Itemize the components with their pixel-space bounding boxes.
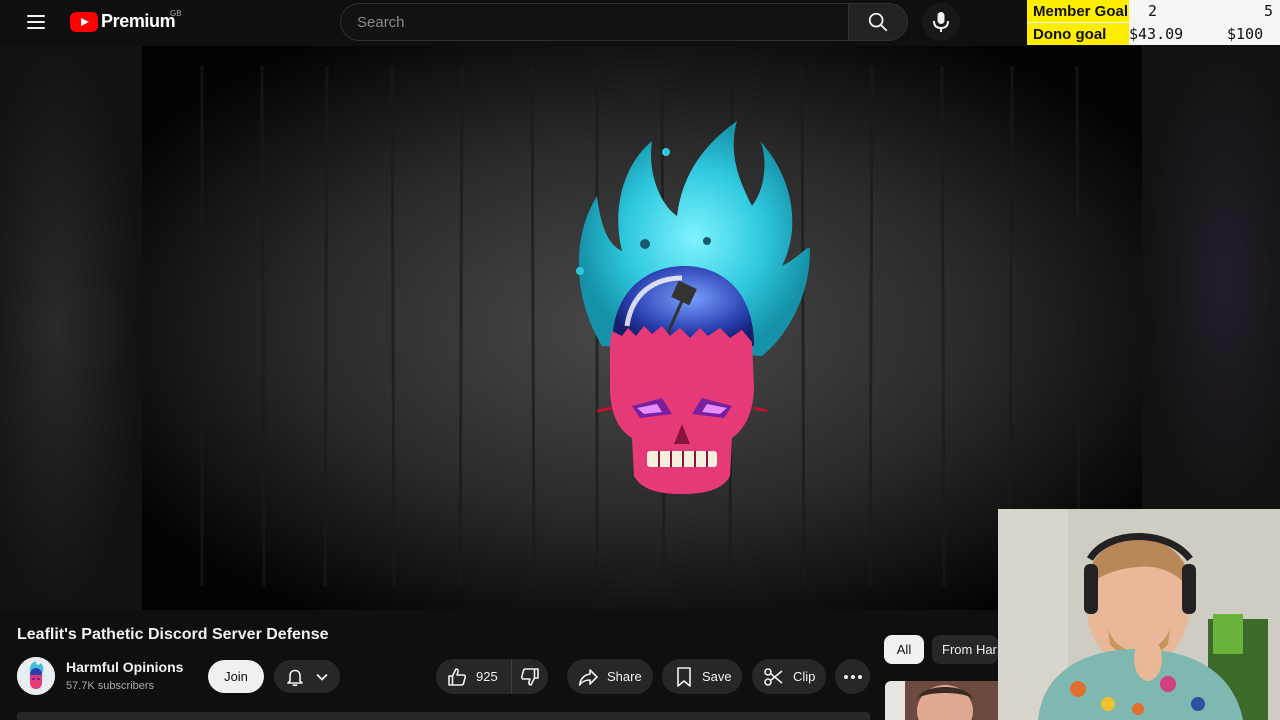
menu-icon[interactable] bbox=[22, 10, 50, 34]
thumbs-down-icon bbox=[520, 667, 539, 686]
region-code: GB bbox=[170, 9, 182, 18]
share-label: Share bbox=[607, 669, 642, 684]
logo-text: Premium bbox=[101, 11, 176, 31]
like-count: 925 bbox=[476, 669, 498, 684]
join-button[interactable]: Join bbox=[208, 660, 264, 693]
video-frame-flaming-skull bbox=[142, 46, 1142, 610]
bell-icon bbox=[287, 669, 303, 686]
more-actions-button[interactable] bbox=[835, 659, 870, 694]
bookmark-icon bbox=[677, 666, 691, 687]
member-goal-label: Member Goal bbox=[1027, 0, 1129, 22]
search-button[interactable] bbox=[848, 3, 908, 41]
video-player[interactable] bbox=[142, 46, 1142, 610]
thumbs-up-icon bbox=[448, 667, 467, 686]
clip-label: Clip bbox=[793, 669, 816, 684]
dislike-button[interactable] bbox=[512, 659, 548, 694]
save-button[interactable]: Save bbox=[662, 659, 742, 694]
like-button[interactable]: 925 bbox=[436, 659, 512, 694]
member-goal-target: 5 bbox=[1264, 2, 1274, 20]
dono-goal-target: $100 bbox=[1227, 25, 1264, 43]
like-dislike-group: 925 bbox=[436, 659, 548, 694]
search-icon bbox=[868, 12, 888, 32]
search-input[interactable] bbox=[357, 13, 848, 31]
search-bar bbox=[340, 3, 848, 41]
streamer-webcam bbox=[998, 509, 1280, 720]
thumbnail-image bbox=[885, 681, 998, 720]
recommended-video-thumbnail[interactable] bbox=[885, 681, 998, 720]
dono-goal-label: Dono goal bbox=[1027, 23, 1129, 45]
voice-search-button[interactable] bbox=[922, 3, 960, 41]
chevron-down-icon bbox=[316, 673, 328, 681]
microphone-icon bbox=[933, 12, 949, 32]
channel-avatar[interactable] bbox=[17, 657, 55, 695]
channel-name[interactable]: Harmful Opinions bbox=[66, 659, 183, 675]
share-icon bbox=[578, 668, 598, 686]
description-box-edge bbox=[17, 712, 870, 720]
chip-from-channel[interactable]: From Har bbox=[932, 635, 998, 664]
video-title: Leaflit's Pathetic Discord Server Defens… bbox=[17, 626, 329, 643]
member-goal-current: 2 bbox=[1148, 2, 1158, 20]
save-label: Save bbox=[702, 669, 732, 684]
chip-all[interactable]: All bbox=[884, 635, 924, 664]
scissors-icon bbox=[764, 667, 783, 686]
youtube-watch-page: Premium GB Member Goal 2 5 Dono goal $43… bbox=[0, 0, 1280, 720]
youtube-premium-logo[interactable]: Premium bbox=[70, 11, 176, 32]
dono-goal-current: $43.09 bbox=[1129, 25, 1184, 43]
subscribed-notifications-button[interactable] bbox=[274, 660, 340, 693]
webcam-feed-image bbox=[998, 509, 1280, 720]
clip-button[interactable]: Clip bbox=[752, 659, 826, 694]
subscriber-count: 57.7K subscribers bbox=[66, 680, 155, 692]
youtube-play-icon bbox=[70, 11, 98, 32]
channel-avatar-image bbox=[17, 657, 55, 695]
ambient-glow-right bbox=[1142, 46, 1280, 510]
more-horizontal-icon bbox=[843, 674, 862, 679]
ambient-glow-left bbox=[0, 46, 142, 610]
share-button[interactable]: Share bbox=[567, 659, 653, 694]
stream-goal-overlay: Member Goal 2 5 Dono goal $43.09 $100 bbox=[1027, 0, 1280, 45]
